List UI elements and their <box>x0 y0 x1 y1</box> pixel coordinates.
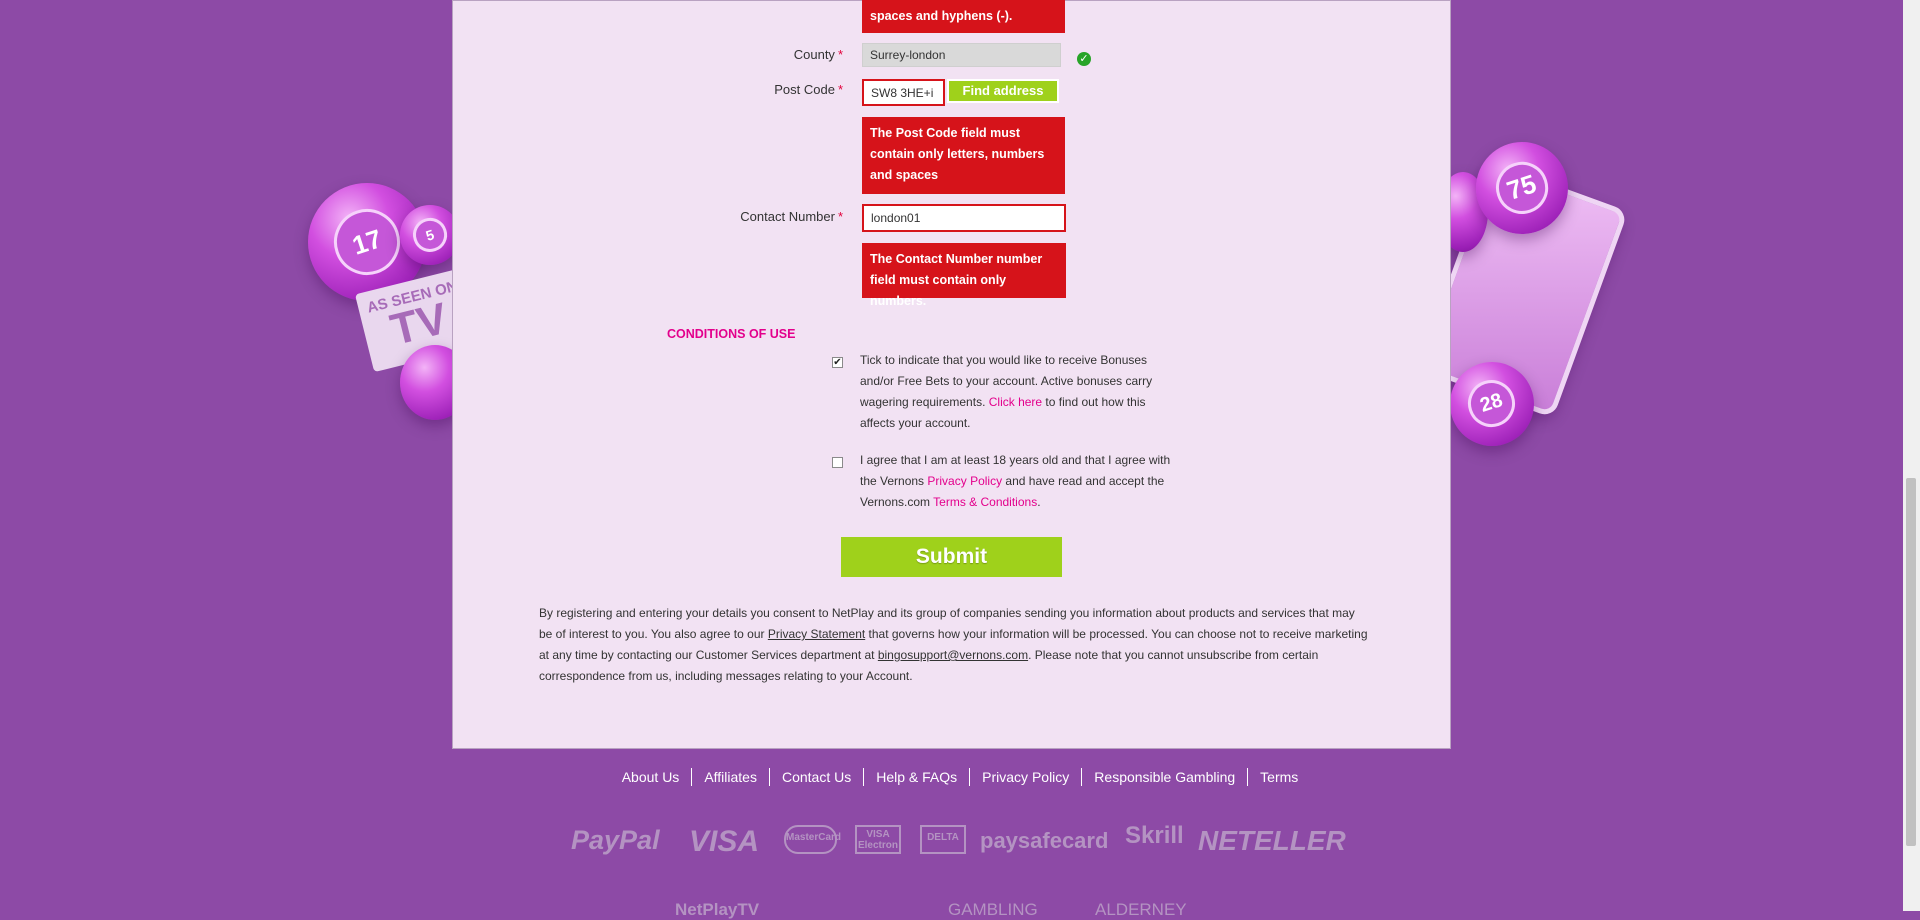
age-terms-text: I agree that I am at least 18 years old … <box>860 450 1180 513</box>
bingo-ball-number: 5 <box>408 213 452 257</box>
required-marker: * <box>837 209 843 224</box>
contact-number-field[interactable] <box>862 204 1066 232</box>
bingo-ball-decoration: 28 <box>1450 362 1534 446</box>
gambling-commission-logo: GAMBLING <box>948 900 1038 919</box>
find-address-button[interactable]: Find address <box>947 79 1059 103</box>
bonus-terms-text: Tick to indicate that you would like to … <box>860 350 1180 434</box>
footer-link-help-faqs[interactable]: Help & FAQs <box>864 768 971 786</box>
previous-field-error: spaces and hyphens (-). <box>862 0 1065 33</box>
delta-logo: DELTA <box>920 825 966 854</box>
privacy-statement-link[interactable]: Privacy Statement <box>768 627 865 641</box>
alderney-logo: ALDERNEY <box>1095 900 1187 919</box>
mastercard-logo: MasterCard <box>784 825 841 854</box>
contact-number-error: The Contact Number number field must con… <box>862 243 1066 308</box>
valid-check-icon: ✓ <box>1077 52 1091 66</box>
bingo-ball-decoration: 75 <box>1476 142 1568 234</box>
delta-text: DELTA <box>927 832 959 843</box>
skrill-logo: Skrill <box>1125 822 1184 849</box>
county-label-text: County <box>793 47 835 62</box>
page-scrollbar-thumb[interactable] <box>1906 478 1916 846</box>
click-here-link[interactable]: Click here <box>989 395 1042 409</box>
footer-link-terms[interactable]: Terms <box>1248 768 1310 786</box>
submit-button[interactable]: Submit <box>841 537 1062 577</box>
bingo-ball-number: 75 <box>1489 155 1555 221</box>
postcode-field[interactable] <box>862 79 945 106</box>
footer-link-responsible-gambling[interactable]: Responsible Gambling <box>1082 768 1249 786</box>
conditions-title: CONDITIONS OF USE <box>667 327 796 341</box>
privacy-policy-link[interactable]: Privacy Policy <box>927 474 1002 488</box>
county-field[interactable] <box>862 43 1061 67</box>
visa-logo: VISA <box>689 825 760 858</box>
terms-conditions-link[interactable]: Terms & Conditions <box>933 495 1037 509</box>
bingo-ball-number: 28 <box>1462 374 1522 434</box>
neteller-logo: NETELLER <box>1198 825 1346 856</box>
bingo-ball-decoration: 5 <box>400 205 460 265</box>
footer-link-privacy-policy[interactable]: Privacy Policy <box>970 768 1083 786</box>
contact-number-label: Contact Number * <box>613 209 843 224</box>
age-agreement-checkbox[interactable] <box>832 457 843 468</box>
contact-number-label-text: Contact Number <box>740 209 835 224</box>
paysafecard-logo: paysafecard <box>980 828 1109 853</box>
bonus-checkbox[interactable]: ✔ <box>832 357 843 368</box>
required-marker: * <box>837 47 843 62</box>
footer-link-about-us[interactable]: About Us <box>610 768 693 786</box>
support-email-link[interactable]: bingosupport@vernons.com <box>878 648 1028 662</box>
county-label: County * <box>613 47 843 62</box>
postcode-error-text: The Post Code field must contain only le… <box>870 126 1045 182</box>
previous-error-text: spaces and hyphens (-). <box>870 9 1013 23</box>
required-marker: * <box>837 82 843 97</box>
postcode-label: Post Code * <box>613 82 843 97</box>
mastercard-text: MasterCard <box>786 832 842 843</box>
footer-nav: About Us Affiliates Contact Us Help & FAQs P… <box>0 768 1920 786</box>
bingo-ball-number: 17 <box>325 200 409 284</box>
postcode-error: The Post Code field must contain only le… <box>862 117 1065 194</box>
postcode-label-text: Post Code <box>774 82 835 97</box>
footer-link-contact-us[interactable]: Contact Us <box>770 768 865 786</box>
netplay-logo: NetPlayTV <box>675 900 760 919</box>
visa-electron-text: VISA Electron <box>857 829 898 851</box>
paypal-logo: PayPal <box>571 825 660 855</box>
age-text-part: . <box>1037 495 1041 509</box>
marketing-consent-text: By registering and entering your details… <box>539 603 1371 687</box>
footer-link-affiliates[interactable]: Affiliates <box>692 768 770 786</box>
visa-electron-logo: VISA Electron <box>855 825 901 854</box>
